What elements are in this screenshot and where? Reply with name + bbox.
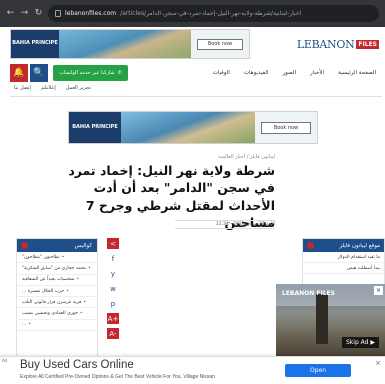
list-item[interactable]: ما تقيد استقدام الدولار bbox=[303, 252, 384, 263]
search-icon[interactable]: 🔍 bbox=[30, 64, 48, 82]
book-now-button[interactable]: Book now bbox=[261, 121, 311, 134]
ad-hotel-photo bbox=[59, 30, 191, 58]
logo-word: LEBANON bbox=[296, 37, 355, 51]
reload-icon[interactable]: ↻ bbox=[34, 9, 43, 18]
share-bar: < f y w p A+ A- bbox=[106, 238, 120, 339]
bottom-sticky-ad[interactable]: Ad Buy Used Cars Online Explore All Cert… bbox=[0, 356, 385, 384]
font-decrease-icon[interactable]: A- bbox=[107, 328, 119, 339]
font-increase-icon[interactable]: A+ bbox=[107, 313, 119, 324]
list-item[interactable]: ... bbox=[17, 320, 97, 332]
list-item[interactable]: بيدا أصطلت هيس bbox=[303, 263, 384, 274]
close-icon[interactable]: × bbox=[375, 359, 381, 367]
list-item[interactable]: شخصيات بعيداً عن الشفافية bbox=[17, 275, 97, 286]
nav-link-ads[interactable]: إعلانكم bbox=[41, 85, 56, 96]
video-ad[interactable]: LEBANON FILES Skip Ad ▶ × bbox=[276, 284, 385, 356]
plus-icon[interactable] bbox=[21, 242, 28, 249]
widget-list: ما تقيد استقدام الدولار بيدا أصطلت هيس bbox=[303, 252, 384, 274]
nav-link-videos[interactable]: الفيديوهات bbox=[244, 70, 269, 76]
whatsapp-share-icon[interactable]: w bbox=[107, 283, 119, 294]
twitter-icon[interactable]: y bbox=[107, 268, 119, 279]
back-icon[interactable]: ← bbox=[6, 9, 15, 18]
forward-icon[interactable]: → bbox=[20, 9, 29, 18]
address-bar[interactable]: lebanonfiles.com /articles/أخبار-لبنانية… bbox=[48, 5, 379, 22]
bell-icon[interactable]: 🔔 bbox=[10, 64, 28, 82]
top-banner-ad[interactable]: BAHIA PRINCIPE Book now bbox=[10, 29, 250, 59]
site-logo[interactable]: LEBANON FILES bbox=[289, 33, 379, 55]
nav-link-home[interactable]: الصفحة الرئيسية bbox=[338, 70, 376, 76]
list-item[interactable]: قرية عرسرن قرار قانوني البلديـ bbox=[17, 297, 97, 309]
ad-hotel-photo bbox=[121, 112, 255, 143]
ad-label: Ad bbox=[2, 358, 8, 363]
url-path: /articles/أخبار-لبنانية/شرطة-ولاية-نهر-ا… bbox=[120, 10, 302, 17]
logo-tag: FILES bbox=[356, 39, 379, 49]
ad-brand: BAHIA PRINCIPE bbox=[69, 112, 121, 143]
browser-toolbar: ← → ↻ lebanonfiles.com /articles/أخبار-ل… bbox=[0, 0, 385, 27]
widget-list: تطاحنون "بتطاحون" محمد حجازي من "سابق ال… bbox=[17, 252, 97, 332]
main-nav: 🔔 🔍 شاركنا عبر خدمة الواتساب ✆ الوفيات ا… bbox=[10, 62, 382, 84]
whatsapp-button[interactable]: شاركنا عبر خدمة الواتساب ✆ bbox=[53, 65, 128, 81]
whatsapp-label: شاركنا عبر خدمة الواتساب bbox=[59, 70, 115, 76]
skip-ad-button[interactable]: Skip Ad ▶ bbox=[342, 337, 379, 348]
nav-link-photos[interactable]: الصور bbox=[283, 70, 296, 76]
list-item[interactable]: تطاحنون "بتطاحون" bbox=[17, 252, 97, 264]
article-date: الأحد 30 نيسان 2023 - 11:34 bbox=[175, 220, 275, 229]
widget-header: موقع ليبانون فايلز bbox=[303, 239, 384, 252]
lock-icon bbox=[55, 10, 61, 17]
plus-icon[interactable] bbox=[307, 242, 314, 249]
close-icon[interactable]: × bbox=[374, 286, 383, 295]
book-now-button[interactable]: Book now bbox=[197, 38, 243, 50]
kawalees-widget: كواليس تطاحنون "بتطاحون" محمد حجازي من "… bbox=[16, 238, 98, 368]
list-item[interactable]: محمد حجازي من "سابق الشكرية" bbox=[17, 263, 97, 275]
ad-description: Explore All Certified Pre-Owned Options … bbox=[20, 374, 215, 380]
nav-link-obituaries[interactable]: الوفيات bbox=[213, 70, 230, 76]
whatsapp-icon: ✆ bbox=[117, 70, 122, 76]
share-icon[interactable]: < bbox=[107, 238, 119, 249]
ad-title[interactable]: Buy Used Cars Online bbox=[20, 359, 134, 371]
widget-title: موقع ليبانون فايلز bbox=[339, 242, 380, 249]
breadcrumb[interactable]: ليبانون فايلز / أخبار العالمية bbox=[218, 154, 275, 160]
nav-link-contact[interactable]: إتصل بنا bbox=[14, 85, 31, 96]
nav-link-editorial[interactable]: تحرير العمل bbox=[66, 85, 91, 96]
open-button[interactable]: Open bbox=[285, 364, 351, 377]
list-item[interactable]: حزب الحلال مسيرة ... bbox=[17, 286, 97, 298]
video-logo: LEBANON FILES bbox=[282, 290, 335, 297]
page: ← → ↻ lebanonfiles.com /articles/أخبار-ل… bbox=[0, 0, 385, 384]
video-tower bbox=[316, 294, 328, 344]
print-icon[interactable]: p bbox=[107, 298, 119, 309]
nav-links: الوفيات الفيديوهات الصور الأخبار الصفحة … bbox=[128, 70, 382, 76]
ad-brand: BAHIA PRINCIPE bbox=[11, 30, 59, 58]
widget-header: كواليس bbox=[17, 239, 97, 252]
middle-banner-ad[interactable]: BAHIA PRINCIPE Book now bbox=[68, 111, 318, 144]
secondary-nav: إتصل بنا إعلانكم تحرير العمل bbox=[10, 85, 382, 97]
url-domain: lebanonfiles.com bbox=[65, 10, 117, 17]
nav-link-news[interactable]: الأخبار bbox=[310, 70, 324, 76]
widget-title: كواليس bbox=[74, 242, 92, 249]
list-item[interactable]: خوري العمادي وتحشيي بسبب bbox=[17, 308, 97, 320]
facebook-icon[interactable]: f bbox=[107, 253, 119, 264]
